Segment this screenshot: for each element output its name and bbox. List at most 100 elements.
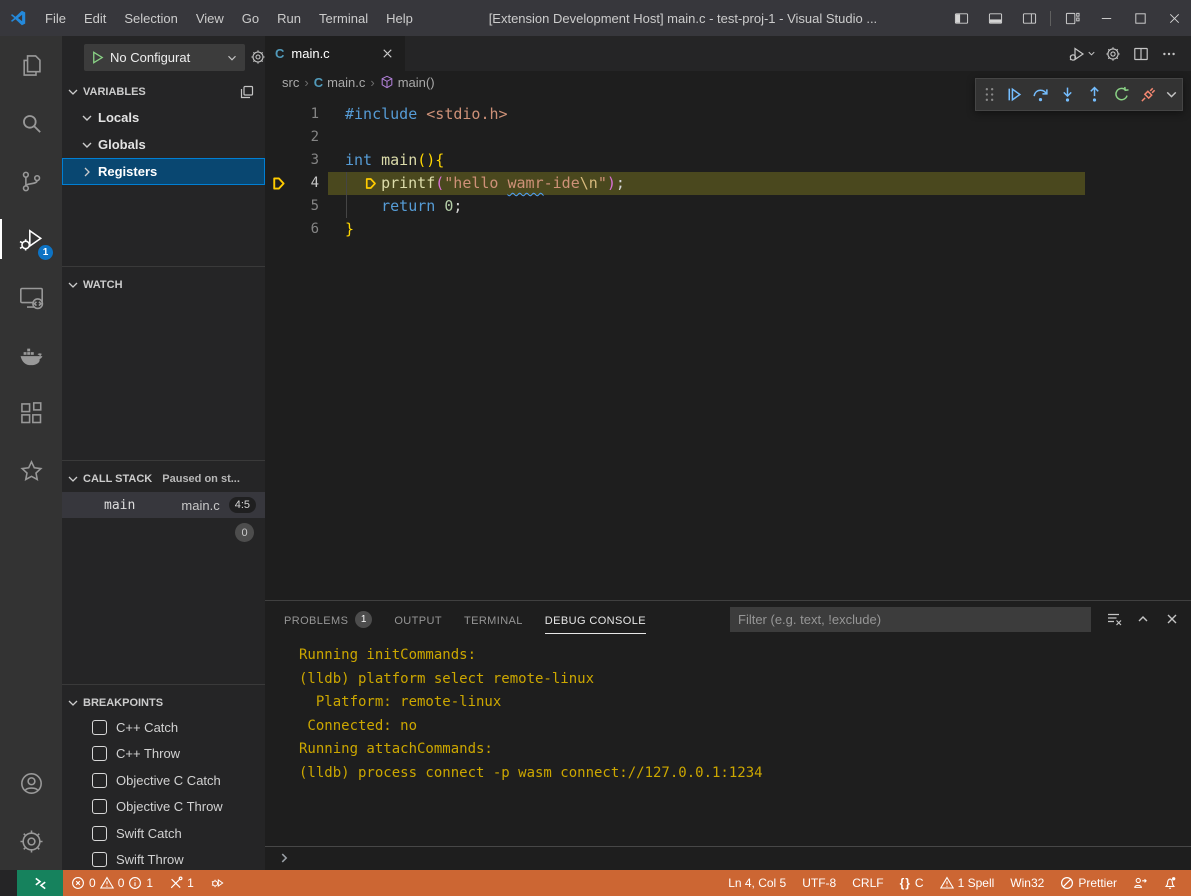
end-of-line[interactable]: CRLF (844, 870, 891, 896)
run-and-debug-icon[interactable]: 1 (0, 210, 62, 268)
checkbox-unchecked[interactable] (92, 773, 107, 788)
checkbox-unchecked[interactable] (92, 826, 107, 841)
remote-indicator[interactable] (17, 870, 63, 896)
variables-section-header[interactable]: VARIABLES (62, 80, 265, 104)
accounts-icon[interactable] (0, 754, 62, 812)
launch-config-gear-icon[interactable] (250, 49, 266, 65)
feedback[interactable] (1125, 870, 1155, 896)
code-token: \n (580, 174, 598, 192)
start-debugging-icon[interactable] (90, 50, 105, 65)
breadcrumb-folder[interactable]: src (282, 75, 299, 90)
encoding[interactable]: UTF-8 (794, 870, 844, 896)
panel-tab-debug-console[interactable]: DEBUG CONSOLE (534, 601, 657, 638)
variables-item-globals[interactable]: Globals (62, 131, 265, 158)
settings-gear-icon[interactable] (0, 812, 62, 870)
customize-layout-icon[interactable] (1055, 0, 1089, 36)
star-icon[interactable] (0, 442, 62, 500)
breakpoint-row[interactable]: Objective C Catch (62, 767, 265, 794)
docker-icon[interactable] (0, 326, 62, 384)
toggle-secondary-sidebar-icon[interactable] (1012, 0, 1046, 36)
editor-more-actions-button[interactable] (1157, 42, 1181, 66)
checkbox-unchecked[interactable] (92, 746, 107, 761)
clear-console-button[interactable] (1103, 608, 1125, 630)
code-editor[interactable]: 1#include <stdio.h>23int main(){4 printf… (265, 93, 1191, 600)
restart-button[interactable] (1108, 81, 1135, 108)
platform-toolchain[interactable]: Win32 (1002, 870, 1052, 896)
checkbox-unchecked[interactable] (92, 720, 107, 735)
maximize-panel-button[interactable] (1132, 608, 1154, 630)
minimize-button[interactable] (1089, 0, 1123, 36)
debug-status[interactable] (202, 870, 232, 896)
continue-button[interactable] (1000, 81, 1027, 108)
menu-selection[interactable]: Selection (115, 0, 186, 36)
debug-toolbar-more[interactable] (1162, 81, 1180, 108)
search-icon[interactable] (0, 94, 62, 152)
menu-go[interactable]: Go (233, 0, 268, 36)
code-line[interactable]: 4 printf("hello wamr-ide\n"); (265, 172, 1191, 195)
code-line[interactable]: 5 return 0; (265, 195, 1191, 218)
toggle-panel-icon[interactable] (978, 0, 1012, 36)
close-panel-button[interactable] (1161, 608, 1183, 630)
debug-configuration-dropdown[interactable]: No Configurat (84, 44, 245, 71)
breakpoint-row[interactable]: Objective C Throw (62, 794, 265, 821)
spell-checker[interactable]: 1 Spell (932, 870, 1003, 896)
split-editor-button[interactable] (1129, 42, 1153, 66)
code-line[interactable]: 3int main(){ (265, 149, 1191, 172)
formatter-prettier[interactable]: Prettier (1052, 870, 1125, 896)
menu-terminal[interactable]: Terminal (310, 0, 377, 36)
menu-file[interactable]: File (36, 0, 75, 36)
debug-settings-button[interactable] (1101, 42, 1125, 66)
menu-run[interactable]: Run (268, 0, 310, 36)
tools-status[interactable]: 1 (161, 870, 202, 896)
panel-tab-output[interactable]: OUTPUT (383, 601, 453, 638)
notifications-bell[interactable] (1155, 870, 1185, 896)
code-token: #include (345, 105, 417, 123)
menu-edit[interactable]: Edit (75, 0, 115, 36)
extensions-icon[interactable] (0, 384, 62, 442)
cursor-position[interactable]: Ln 4, Col 5 (720, 870, 794, 896)
panel-tab-problems[interactable]: PROBLEMS1 (273, 601, 383, 638)
menu-help[interactable]: Help (377, 0, 422, 36)
breakpoint-row[interactable]: C++ Throw (62, 741, 265, 768)
code-content[interactable]: int main(){ (345, 149, 444, 172)
code-content[interactable]: return 0; (345, 195, 462, 218)
panel-tab-terminal[interactable]: TERMINAL (453, 601, 534, 638)
breakpoints-section-header[interactable]: BREAKPOINTS (62, 691, 265, 715)
source-control-icon[interactable] (0, 152, 62, 210)
copy-value-icon[interactable] (239, 84, 255, 100)
step-out-button[interactable] (1081, 81, 1108, 108)
disconnect-button[interactable] (1135, 81, 1162, 108)
step-into-button[interactable] (1054, 81, 1081, 108)
menu-view[interactable]: View (187, 0, 233, 36)
checkbox-unchecked[interactable] (92, 852, 107, 867)
code-line[interactable]: 6} (265, 218, 1191, 241)
tab-main-c[interactable]: C main.c (265, 36, 405, 71)
call-stack-frame-row[interactable]: main main.c 4:5 (62, 492, 265, 518)
run-or-debug-button[interactable] (1069, 42, 1097, 66)
breadcrumb-file[interactable]: Cmain.c (314, 75, 366, 90)
remote-explorer-icon[interactable] (0, 268, 62, 326)
console-filter-input[interactable] (730, 607, 1091, 632)
breakpoint-row[interactable]: Swift Catch (62, 820, 265, 847)
checkbox-unchecked[interactable] (92, 799, 107, 814)
close-tab-icon[interactable] (380, 46, 395, 61)
variables-item-registers[interactable]: Registers (62, 158, 265, 185)
menu-bar: FileEditSelectionViewGoRunTerminalHelp (36, 0, 422, 36)
debug-console-input[interactable] (265, 846, 1191, 868)
breakpoint-row[interactable]: C++ Catch (62, 714, 265, 741)
toggle-sidebar-icon[interactable] (944, 0, 978, 36)
explorer-icon[interactable] (0, 36, 62, 94)
variables-item-locals[interactable]: Locals (62, 104, 265, 131)
language-mode[interactable]: {}C (892, 870, 932, 896)
breadcrumb-symbol[interactable]: main() (380, 75, 435, 90)
step-over-button[interactable] (1027, 81, 1054, 108)
maximize-button[interactable] (1123, 0, 1157, 36)
code-line[interactable]: 2 (265, 126, 1191, 149)
code-content[interactable]: } (345, 218, 354, 241)
code-content[interactable]: #include <stdio.h> (345, 103, 508, 126)
drag-grip[interactable] (978, 81, 1000, 108)
problems-status[interactable]: 001 (63, 870, 161, 896)
watch-section-header[interactable]: WATCH (62, 273, 265, 297)
call-stack-section-header[interactable]: CALL STACK Paused on st... (62, 467, 265, 491)
close-window-button[interactable] (1157, 0, 1191, 36)
